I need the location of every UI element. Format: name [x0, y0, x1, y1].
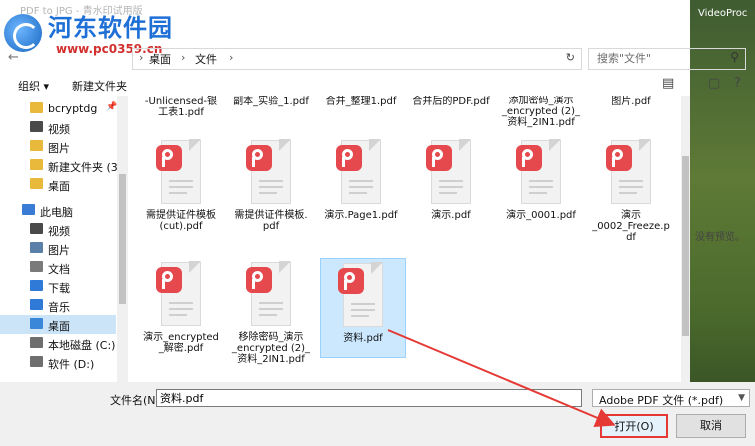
annotation-arrow [387, 329, 616, 428]
red-arrow-line [387, 329, 616, 428]
